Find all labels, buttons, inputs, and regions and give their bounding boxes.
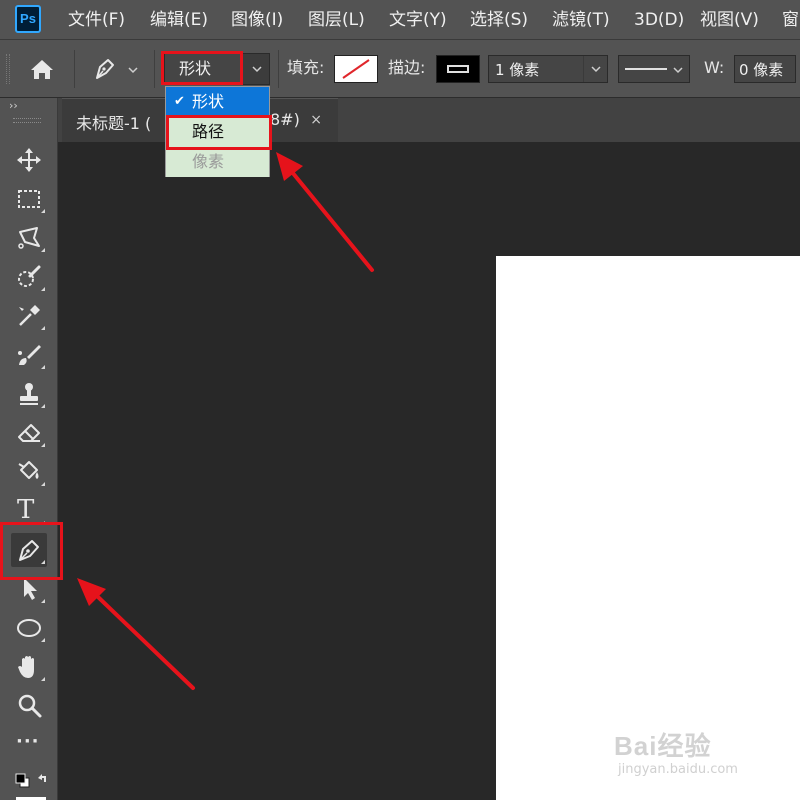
annotation-arrows	[77, 152, 374, 690]
arrow-to-pen-tool	[77, 578, 195, 690]
arrow-to-path-option	[276, 152, 374, 272]
